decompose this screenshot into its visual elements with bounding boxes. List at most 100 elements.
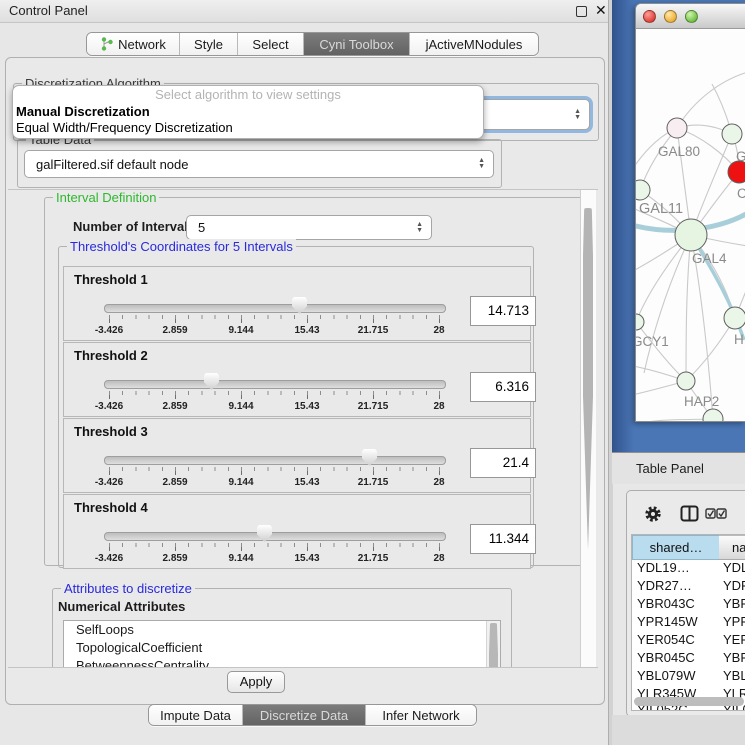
table-horizontal-scrollbar[interactable] — [634, 697, 744, 706]
tab-discretize-data-label: Discretize Data — [260, 708, 348, 723]
table-row[interactable]: YPR145WYPR145W — [632, 613, 745, 631]
tick-label: 15.43 — [294, 477, 319, 488]
node-label: GAL4 — [692, 251, 727, 266]
table-row[interactable]: YER054CYER054C — [632, 631, 745, 649]
column-header-shared-name[interactable]: shared… — [632, 535, 720, 560]
tick-label: 2.859 — [162, 553, 187, 564]
tick-label: 15.43 — [294, 325, 319, 336]
list-item[interactable]: SelfLoops — [64, 621, 500, 639]
number-of-intervals-value: 5 — [187, 220, 205, 235]
node-label: HAP2 — [684, 394, 719, 409]
tick-label: 9.144 — [228, 325, 253, 336]
number-of-intervals-spinner[interactable]: 5 ▲▼ — [186, 215, 432, 240]
tick-label: 9.144 — [228, 553, 253, 564]
tab-cyni-toolbox[interactable]: Cyni Toolbox — [304, 33, 410, 55]
network-graph-canvas[interactable]: GAL80 GA C GAL11 GAL4 GCY1 H HAP2 — [636, 28, 745, 421]
tick-label: -3.426 — [95, 553, 123, 564]
node-red-selected[interactable] — [728, 161, 745, 183]
node-label: H — [734, 332, 744, 347]
threshold-3-value-field[interactable]: 21.4 — [470, 448, 536, 478]
table-panel-titlebar: Table Panel — [612, 452, 745, 484]
tab-discretize-data[interactable]: Discretize Data — [243, 705, 366, 725]
list-scrollbar[interactable] — [486, 621, 500, 668]
threshold-coordinates-group-title: Threshold's Coordinates for 5 Intervals — [67, 239, 296, 254]
algorithm-placeholder-item: Select algorithm to view settings — [13, 86, 483, 104]
list-item[interactable]: TopologicalCoefficient — [64, 639, 500, 657]
tick-label: 28 — [433, 553, 444, 564]
slider-minor-ticks — [109, 315, 440, 319]
node-label: GA — [736, 149, 745, 164]
network-window-titlebar[interactable] — [636, 4, 745, 29]
table-row[interactable]: YBL079WYBL079W — [632, 667, 745, 685]
node-hap2[interactable] — [677, 372, 695, 390]
threshold-1-value-field[interactable]: 14.713 — [470, 296, 536, 326]
threshold-2-slider-track[interactable] — [104, 380, 446, 389]
table-row[interactable]: YBR043CYBR043C — [632, 595, 745, 613]
table-row[interactable]: YDL19…YDL19 — [632, 559, 745, 577]
control-panel-titlebar: Control Panel ✕ — [0, 0, 608, 23]
threshold-4-value-field[interactable]: 11.344 — [470, 524, 536, 554]
table-data-selected-value: galFiltered.sif default node — [25, 157, 188, 172]
float-window-icon[interactable] — [576, 6, 587, 17]
column-selector-icon[interactable] — [680, 505, 699, 522]
tab-network[interactable]: Network — [87, 33, 180, 55]
tick-label: -3.426 — [95, 401, 123, 412]
gear-icon[interactable] — [644, 505, 662, 523]
number-of-intervals-label: Number of Intervals — [73, 219, 195, 234]
node-bottom-partial[interactable] — [703, 409, 723, 421]
tick-label: 9.144 — [228, 401, 253, 412]
tab-style[interactable]: Style — [180, 33, 238, 55]
tick-label: 28 — [433, 477, 444, 488]
mac-zoom-button[interactable] — [685, 10, 698, 23]
combo-arrows-icon: ▲▼ — [478, 158, 485, 170]
checked-columns-icon[interactable] — [705, 508, 727, 520]
table-row[interactable]: YBR045CYBR045C — [632, 649, 745, 667]
control-panel-title: Control Panel — [9, 3, 88, 18]
node-green-top-right[interactable] — [722, 124, 742, 144]
node-gal80[interactable] — [667, 118, 687, 138]
cyni-bottom-tabs: Impute Data Discretize Data Infer Networ… — [148, 704, 477, 726]
tab-infer-network-label: Infer Network — [382, 708, 459, 723]
numerical-attributes-list[interactable]: SelfLoops TopologicalCoefficient Between… — [63, 620, 501, 668]
node-attribute-table[interactable]: shared… name YDL19…YDL19 YDR27…YDR27 YBR… — [631, 534, 745, 711]
algorithm-option-equal-width[interactable]: Equal Width/Frequency Discretization — [13, 120, 483, 136]
table-data-combobox[interactable]: galFiltered.sif default node ▲▼ — [24, 150, 494, 178]
table-row[interactable]: YDR27…YDR27 — [632, 577, 745, 595]
threshold-1-slider-track[interactable] — [104, 304, 446, 313]
threshold-2-title: Threshold 2 — [74, 348, 148, 363]
tab-infer-network[interactable]: Infer Network — [366, 705, 476, 725]
algorithm-option-manual[interactable]: Manual Discretization — [13, 104, 483, 120]
tick-label: 21.715 — [358, 477, 389, 488]
threshold-3-title: Threshold 3 — [74, 424, 148, 439]
tab-impute-data[interactable]: Impute Data — [149, 705, 243, 725]
settings-scrollbar[interactable] — [580, 190, 596, 667]
network-graph-icon — [100, 37, 113, 51]
tab-select[interactable]: Select — [238, 33, 304, 55]
tick-label: 9.144 — [228, 477, 253, 488]
node-gcy1[interactable] — [636, 314, 644, 330]
interval-definition-group-title: Interval Definition — [53, 190, 159, 205]
threshold-4-panel: Threshold 4 -3.426 2.859 9.144 15.43 21.… — [63, 494, 531, 569]
node-gal4[interactable] — [675, 219, 707, 251]
column-header-name[interactable]: name — [719, 535, 745, 560]
node-gal11[interactable] — [636, 180, 650, 200]
tick-label: 15.43 — [294, 553, 319, 564]
threshold-2-value-field[interactable]: 6.316 — [470, 372, 536, 402]
tab-jactivemnodules-label: jActiveMNodules — [426, 37, 523, 52]
list-item[interactable]: BetweennessCentrality — [64, 657, 500, 668]
node-h[interactable] — [724, 307, 745, 329]
network-view-window[interactable]: GAL80 GA C GAL11 GAL4 GCY1 H HAP2 — [635, 3, 745, 422]
threshold-3-slider-track[interactable] — [104, 456, 446, 465]
spinner-arrows-icon: ▲▼ — [416, 222, 423, 234]
tab-jactivemnodules[interactable]: jActiveMNodules — [410, 33, 538, 55]
node-label: C — [737, 186, 745, 201]
close-icon[interactable]: ✕ — [595, 2, 607, 19]
table-panel-title: Table Panel — [636, 461, 704, 476]
apply-button[interactable]: Apply — [227, 671, 285, 693]
screenshot-root: Control Panel ✕ Network Style Select Cyn… — [0, 0, 745, 745]
mac-close-button[interactable] — [643, 10, 656, 23]
tick-label: 28 — [433, 325, 444, 336]
node-label: GAL80 — [658, 144, 700, 159]
threshold-4-slider-track[interactable] — [104, 532, 446, 541]
mac-minimize-button[interactable] — [664, 10, 677, 23]
